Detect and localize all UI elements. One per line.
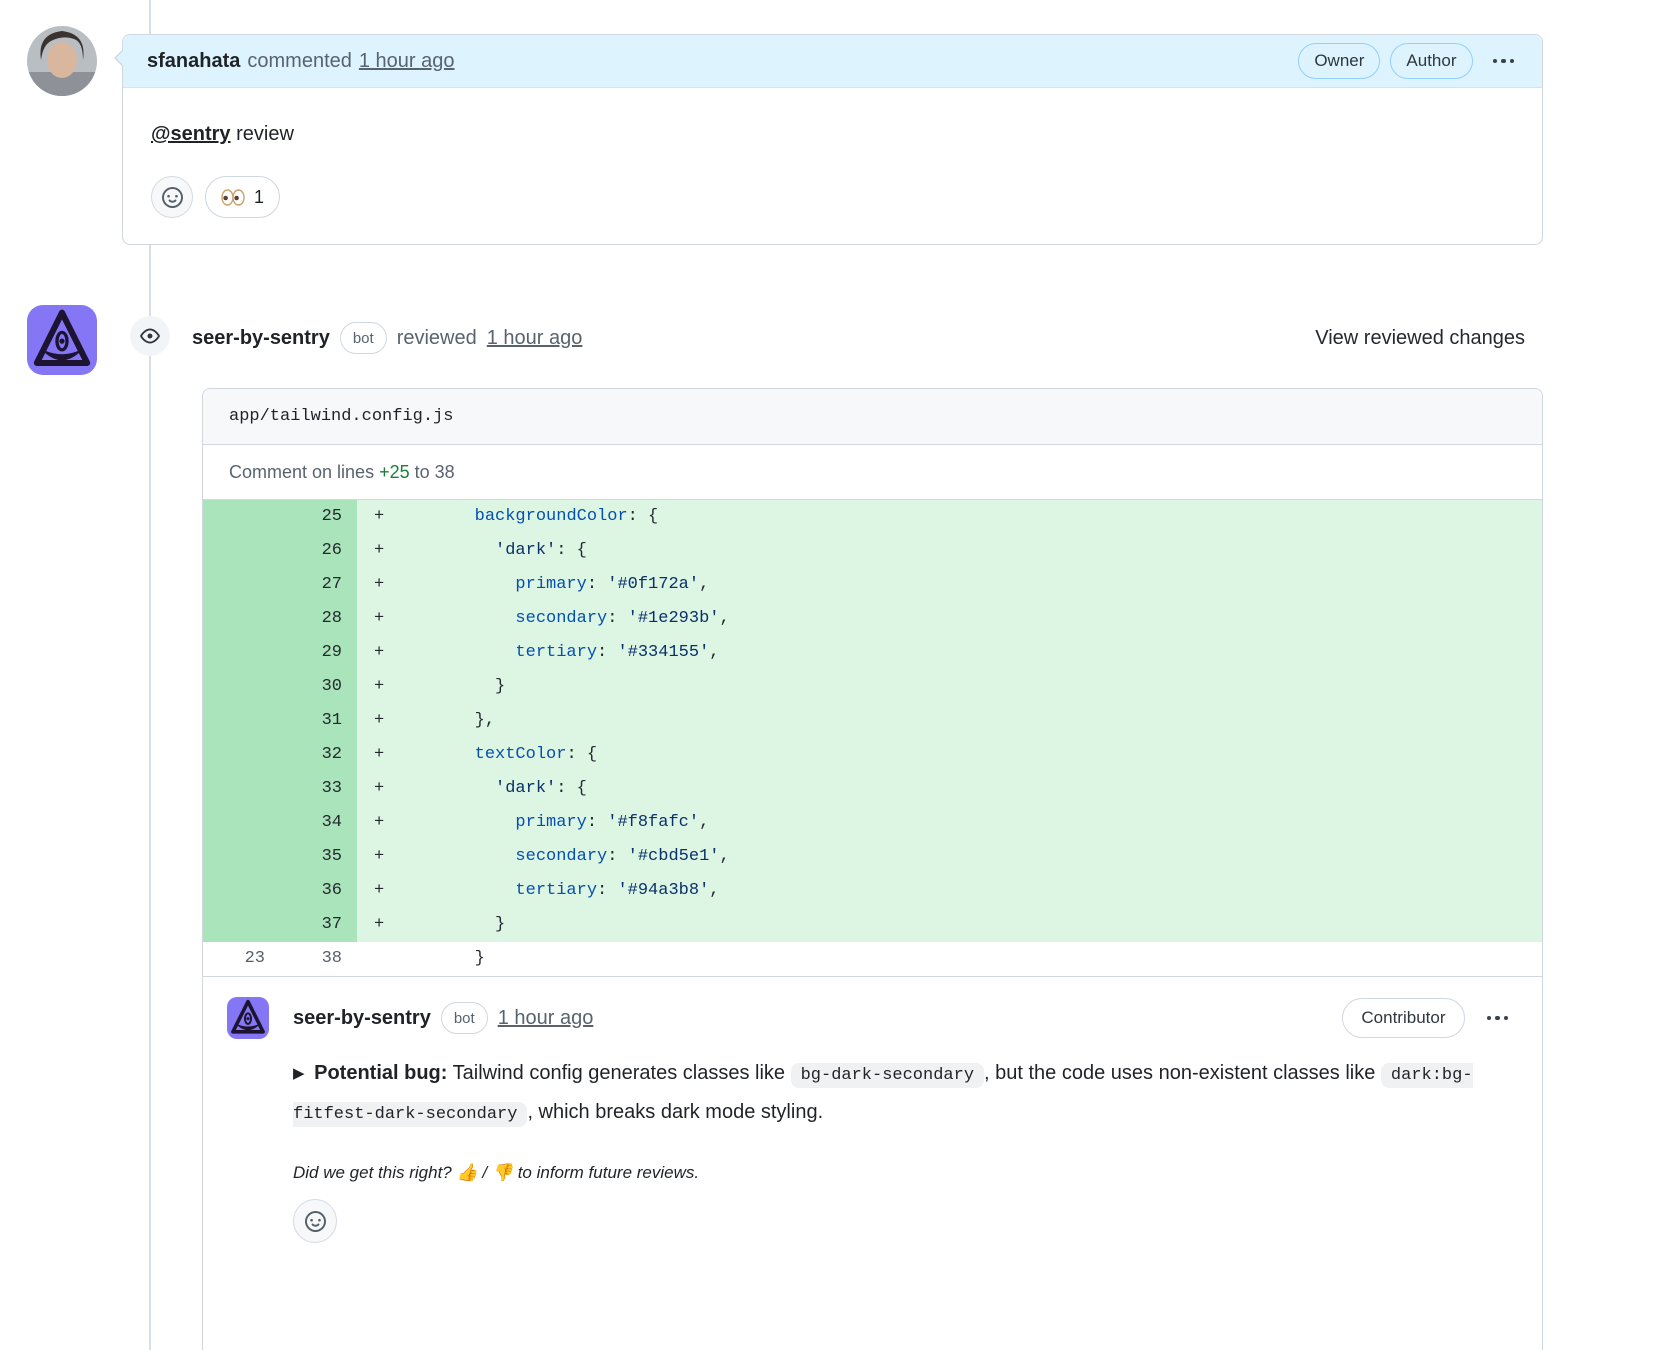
comment-header-meta: sfanahata commented 1 hour ago [147,50,455,73]
diff-line-29: 29 + tertiary: '#334155', [203,636,1542,670]
author-badge: Author [1390,43,1473,79]
review-header-meta: seer-by-sentry bot reviewed 1 hour ago [192,322,582,354]
diff-line-35: 35 + secondary: '#cbd5e1', [203,840,1542,874]
bot-comment-actions: Contributor [1342,998,1512,1038]
eyes-reaction-count: 1 [254,186,265,207]
comment-body: @sentry review 1 [123,88,1542,244]
seer-logo-image-small [227,997,269,1039]
diff-line-37: 37 + } [203,908,1542,942]
diff-line-26: 26 + 'dark': { [203,534,1542,568]
bot-badge-small: bot [440,1002,488,1034]
review-card: app/tailwind.config.js Comment on lines … [202,388,1543,1350]
diff-lines: 25 + backgroundColor: {26 + 'dark': {27 + p… [203,500,1542,976]
eye-icon [140,328,160,344]
bot-comment-body: ▶ Potential bug: Tailwind config generat… [293,1039,1512,1243]
diff-line-33: 33 + 'dark': { [203,772,1542,806]
range-added-line: +25 [379,462,410,482]
comment-timestamp-link[interactable]: 1 hour ago [359,50,455,73]
comment-card: sfanahata commented 1 hour ago Owner Aut… [114,34,1543,245]
eyes-emoji-icon [221,188,245,206]
comment-header-actions: Owner Author [1298,43,1518,79]
bot-comment-text: Tailwind config generates classes like b… [293,1062,1473,1127]
diff-line-25: 25 + backgroundColor: { [203,500,1542,534]
bot-add-reaction-button[interactable] [293,1199,337,1243]
comment-text: @sentry review [151,120,1514,148]
user-avatar[interactable] [27,26,97,96]
bot-comment-timestamp-link[interactable]: 1 hour ago [498,1007,594,1030]
bot-comment-author-link[interactable]: seer-by-sentry [293,1007,431,1030]
diff-line-28: 28 + secondary: '#1e293b', [203,602,1542,636]
diff-line-27: 27 + primary: '#0f172a', [203,568,1542,602]
sentry-mention-link[interactable]: @sentry [151,123,231,145]
diff-file-header: app/tailwind.config.js [203,389,1542,445]
reactions-row: 1 [151,176,1514,218]
diff-line-31: 31 + }, [203,704,1542,738]
review-eye-badge [130,316,170,356]
comment-range-row: Comment on lines +25 to 38 [203,445,1542,500]
bot-comment-reactions [293,1199,1512,1243]
diff-line-34: 34 + primary: '#f8fafc', [203,806,1542,840]
bot-inline-comment: seer-by-sentry bot 1 hour ago Contributo… [203,976,1542,1263]
add-reaction-button[interactable] [151,176,193,218]
pr-conversation-page: sfanahata commented 1 hour ago Owner Aut… [0,0,1672,1350]
comment-text-rest: review [230,123,294,145]
view-reviewed-changes-link[interactable]: View reviewed changes [1315,327,1525,350]
owner-badge: Owner [1298,43,1381,79]
diff-line-30: 30 + } [203,670,1542,704]
review-author-link[interactable]: seer-by-sentry [192,327,330,350]
comment-header: sfanahata commented 1 hour ago Owner Aut… [114,35,1542,88]
diff-line-32: 32 + textColor: { [203,738,1542,772]
comment-action-text: commented [247,49,352,72]
bot-comment-paragraph: ▶ Potential bug: Tailwind config generat… [293,1055,1493,1133]
range-prefix: Comment on lines [229,462,380,482]
inline-code-chip: bg-dark-secondary [790,1063,985,1088]
comment-author-link[interactable]: sfanahata [147,50,240,73]
review-timestamp-link[interactable]: 1 hour ago [487,327,583,350]
range-end-line: 38 [434,462,455,482]
bot-comment-title: Potential bug: [314,1062,448,1084]
eyes-reaction-button[interactable]: 1 [205,176,281,218]
contributor-badge: Contributor [1342,998,1465,1038]
seer-bot-avatar[interactable] [27,305,97,375]
bot-comment-meta: seer-by-sentry bot 1 hour ago [293,1002,593,1034]
file-path: app/tailwind.config.js [229,407,454,426]
diff-line-38: 23 38 } [203,942,1542,976]
review-header-row: seer-by-sentry bot reviewed 1 hour ago V… [192,318,1541,358]
smiley-icon [304,1210,326,1232]
bot-comment-header: seer-by-sentry bot 1 hour ago Contributo… [293,997,1512,1039]
seer-logo-image [27,305,97,375]
disclosure-triangle-icon[interactable]: ▶ [293,1065,305,1082]
range-middle: to [409,462,435,482]
smiley-icon [161,186,183,208]
user-portrait-image [27,26,97,96]
feedback-footnote: Did we get this right? 👍 / 👎 to inform f… [293,1163,700,1182]
bot-badge: bot [339,322,387,354]
review-action-text: reviewed [396,326,477,349]
kebab-menu-icon[interactable] [1489,51,1519,72]
seer-bot-avatar-small[interactable] [227,997,269,1039]
diff-line-36: 36 + tertiary: '#94a3b8', [203,874,1542,908]
bot-kebab-menu-icon[interactable] [1483,1008,1513,1029]
